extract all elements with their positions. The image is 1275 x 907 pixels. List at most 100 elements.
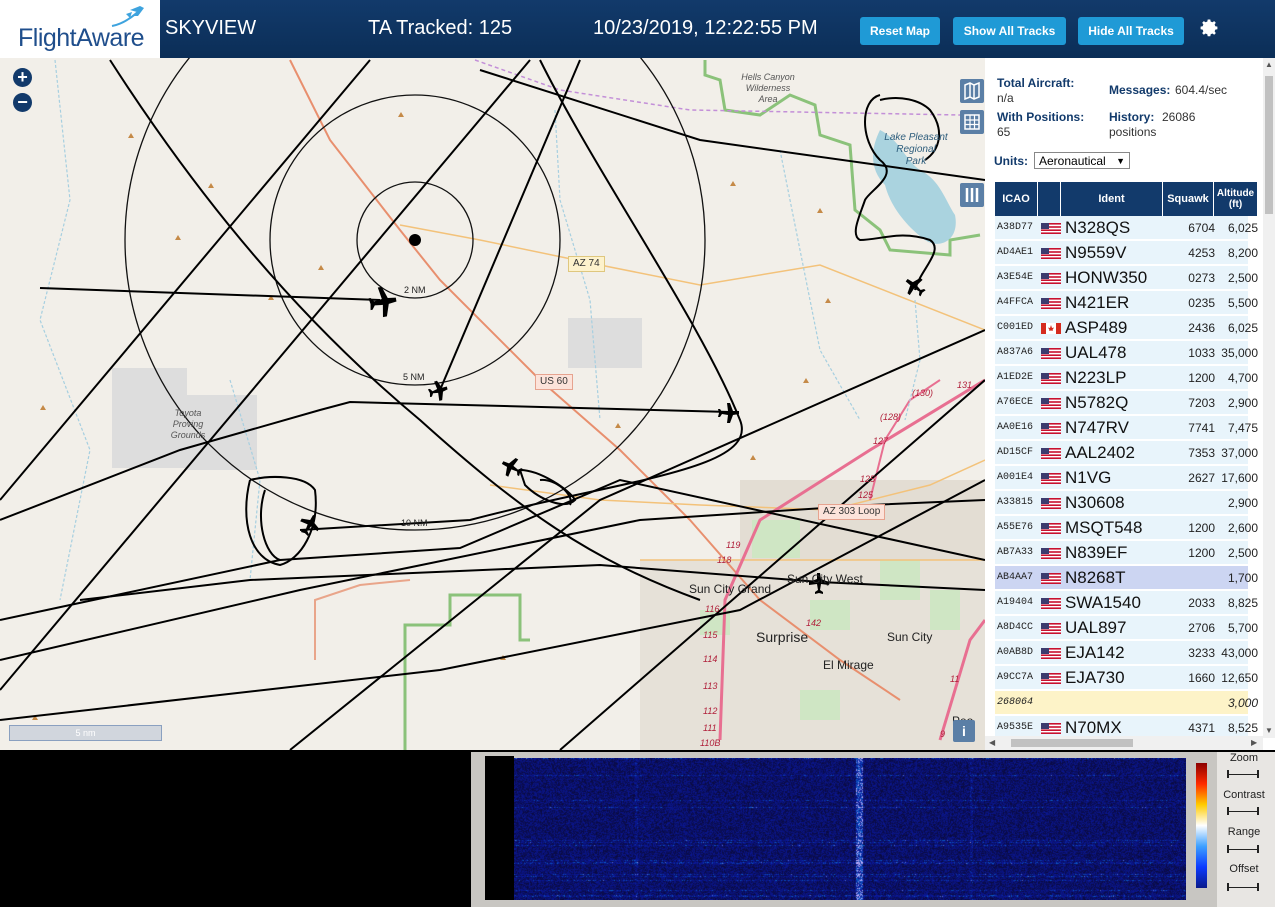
col-altitude[interactable]: Altitude (ft) — [1214, 182, 1258, 216]
map-view[interactable]: Hells Canyon Wilderness Area Lake Pleasa… — [0, 58, 985, 750]
ident-cell: MSQT548 — [1065, 518, 1143, 537]
horizontal-scrollbar[interactable]: ◀ ▶ — [985, 736, 1263, 750]
columns-icon — [965, 188, 979, 202]
icao-cell: A8D4CC — [997, 622, 1034, 633]
scroll-left-icon[interactable]: ◀ — [989, 738, 995, 747]
offset-slider[interactable] — [1227, 883, 1259, 891]
zoom-slider[interactable] — [1227, 770, 1259, 778]
road-number: 115 — [703, 630, 718, 640]
col-squawk[interactable]: Squawk — [1163, 182, 1214, 216]
zoom-in-button[interactable]: + — [13, 68, 32, 87]
us-flag-icon — [1041, 498, 1061, 509]
table-row[interactable]: A001E4 N1VG 2627 17,600 — [995, 466, 1258, 490]
table-row[interactable]: A4FFCA N421ER 0235 5,500 — [995, 291, 1258, 315]
total-aircraft-value: n/a — [997, 91, 1014, 105]
scroll-right-icon[interactable]: ▶ — [1251, 738, 1257, 747]
table-row[interactable]: A55E76 MSQT548 1200 2,600 — [995, 516, 1258, 540]
table-row[interactable]: A76ECE N5782Q 7203 2,900 — [995, 391, 1258, 415]
flag-cell — [1041, 391, 1061, 415]
flag-cell — [1041, 416, 1061, 440]
icao-cell: A3E54E — [997, 272, 1034, 283]
table-row[interactable]: A1ED2E N223LP 1200 4,700 — [995, 366, 1258, 390]
flightaware-logo[interactable]: FlightAware — [0, 0, 160, 58]
hide-all-tracks-button[interactable]: Hide All Tracks — [1078, 17, 1184, 45]
ident-cell: N5782Q — [1065, 393, 1129, 412]
aircraft-icon[interactable] — [718, 403, 739, 423]
altitude-cell: 2,900 — [1227, 496, 1258, 510]
info-button[interactable]: i — [953, 720, 975, 742]
table-row[interactable]: A8D4CC UAL897 2706 5,700 — [995, 616, 1258, 640]
scroll-down-icon[interactable]: ▼ — [1265, 726, 1273, 735]
squawk-cell: 1200 — [1188, 371, 1215, 385]
altitude-cell: 5,700 — [1227, 621, 1258, 635]
gear-icon[interactable] — [1196, 16, 1220, 40]
spectrum-waterfall[interactable] — [514, 758, 1186, 900]
table-row[interactable]: A9CC7A EJA730 1660 12,650 — [995, 666, 1258, 690]
waterfall-controls: Zoom Contrast Range Offset — [1217, 752, 1275, 907]
us-flag-icon — [1041, 398, 1061, 409]
map-canvas[interactable] — [0, 58, 985, 750]
table-row[interactable]: AD4AE1 N9559V 4253 8,200 — [995, 241, 1258, 265]
table-row[interactable]: AB7A33 N839EF 1200 2,500 — [995, 541, 1258, 565]
icao-cell: AD15CF — [997, 447, 1034, 458]
flag-cell — [1041, 366, 1061, 390]
map-layers-icon[interactable] — [960, 79, 984, 103]
range-slider[interactable] — [1227, 845, 1259, 853]
table-row[interactable]: A837A6 UAL478 1033 35,000 — [995, 341, 1258, 365]
contrast-slider[interactable] — [1227, 807, 1259, 815]
table-row[interactable]: A0AB8D EJA142 3233 43,000 — [995, 641, 1258, 665]
reset-map-button[interactable]: Reset Map — [860, 17, 940, 45]
table-row[interactable]: C001ED ASP489 2436 6,025 — [995, 316, 1258, 340]
table-row[interactable]: A3E54E HONW350 0273 2,500 — [995, 266, 1258, 290]
flag-cell — [1041, 216, 1061, 240]
us-flag-icon — [1041, 473, 1061, 484]
aircraft-icon[interactable] — [426, 379, 450, 403]
ident-cell — [1065, 691, 1165, 715]
logo-text: FlightAware — [18, 24, 145, 52]
vertical-scrollbar[interactable]: ▲ ▼ — [1263, 58, 1275, 738]
road-number: 11 — [950, 674, 960, 684]
label-surprise: Surprise — [756, 629, 809, 645]
show-all-tracks-button[interactable]: Show All Tracks — [953, 17, 1066, 45]
scroll-thumb[interactable] — [1265, 76, 1273, 214]
ident-cell: N839EF — [1065, 543, 1128, 562]
col-flag[interactable] — [1038, 182, 1061, 216]
table-row[interactable]: 268064 3,000 — [995, 691, 1258, 715]
road-number: (130) — [912, 388, 934, 398]
zoom-out-button[interactable]: − — [13, 93, 32, 112]
icao-cell: AB4AA7 — [997, 572, 1034, 583]
scroll-up-icon[interactable]: ▲ — [1265, 60, 1273, 69]
road-number: 110B — [700, 738, 721, 748]
boundary-orange — [314, 579, 411, 660]
scroll-thumb-h[interactable] — [1011, 739, 1133, 747]
altitude-cell: 3,000 — [1227, 696, 1258, 710]
units-select[interactable]: Aeronautical ▼ — [1034, 152, 1130, 169]
table-row[interactable]: AD15CF AAL2402 7353 37,000 — [995, 441, 1258, 465]
table-row[interactable]: A38D77 N328QS 6704 6,025 — [995, 216, 1258, 240]
icao-cell: A4FFCA — [997, 297, 1034, 308]
table-row[interactable]: AA0E16 N747RV 7741 7,475 — [995, 416, 1258, 440]
offset-label: Offset — [1229, 863, 1259, 875]
altitude-cell: 2,500 — [1227, 546, 1258, 560]
messages-value: 604.4/sec — [1175, 83, 1228, 97]
us-flag-icon — [1041, 573, 1061, 584]
road-number: 114 — [703, 654, 718, 664]
aircraft-icon[interactable] — [901, 272, 930, 301]
us-flag-icon — [1041, 723, 1061, 734]
aircraft-icon[interactable] — [367, 285, 399, 319]
contrast-label: Contrast — [1223, 789, 1265, 801]
flag-cell — [1041, 341, 1061, 365]
table-row[interactable]: A33815 N30608 2,900 — [995, 491, 1258, 515]
squawk-cell — [1165, 566, 1215, 590]
table-row[interactable]: AB4AA7 N8268T 1,700 — [995, 566, 1258, 590]
icao-cell: A0AB8D — [997, 647, 1034, 658]
us-flag-icon — [1041, 423, 1061, 434]
col-icao[interactable]: ICAO — [995, 182, 1038, 216]
table-row[interactable]: A19404 SWA1540 2033 8,825 — [995, 591, 1258, 615]
receiver-location — [409, 234, 421, 246]
ident-cell: HONW350 — [1065, 268, 1148, 287]
icao-cell: A001E4 — [997, 472, 1034, 483]
column-toggle-icon[interactable] — [960, 183, 984, 207]
grid-toggle-icon[interactable] — [960, 110, 984, 134]
col-ident[interactable]: Ident — [1061, 182, 1163, 216]
